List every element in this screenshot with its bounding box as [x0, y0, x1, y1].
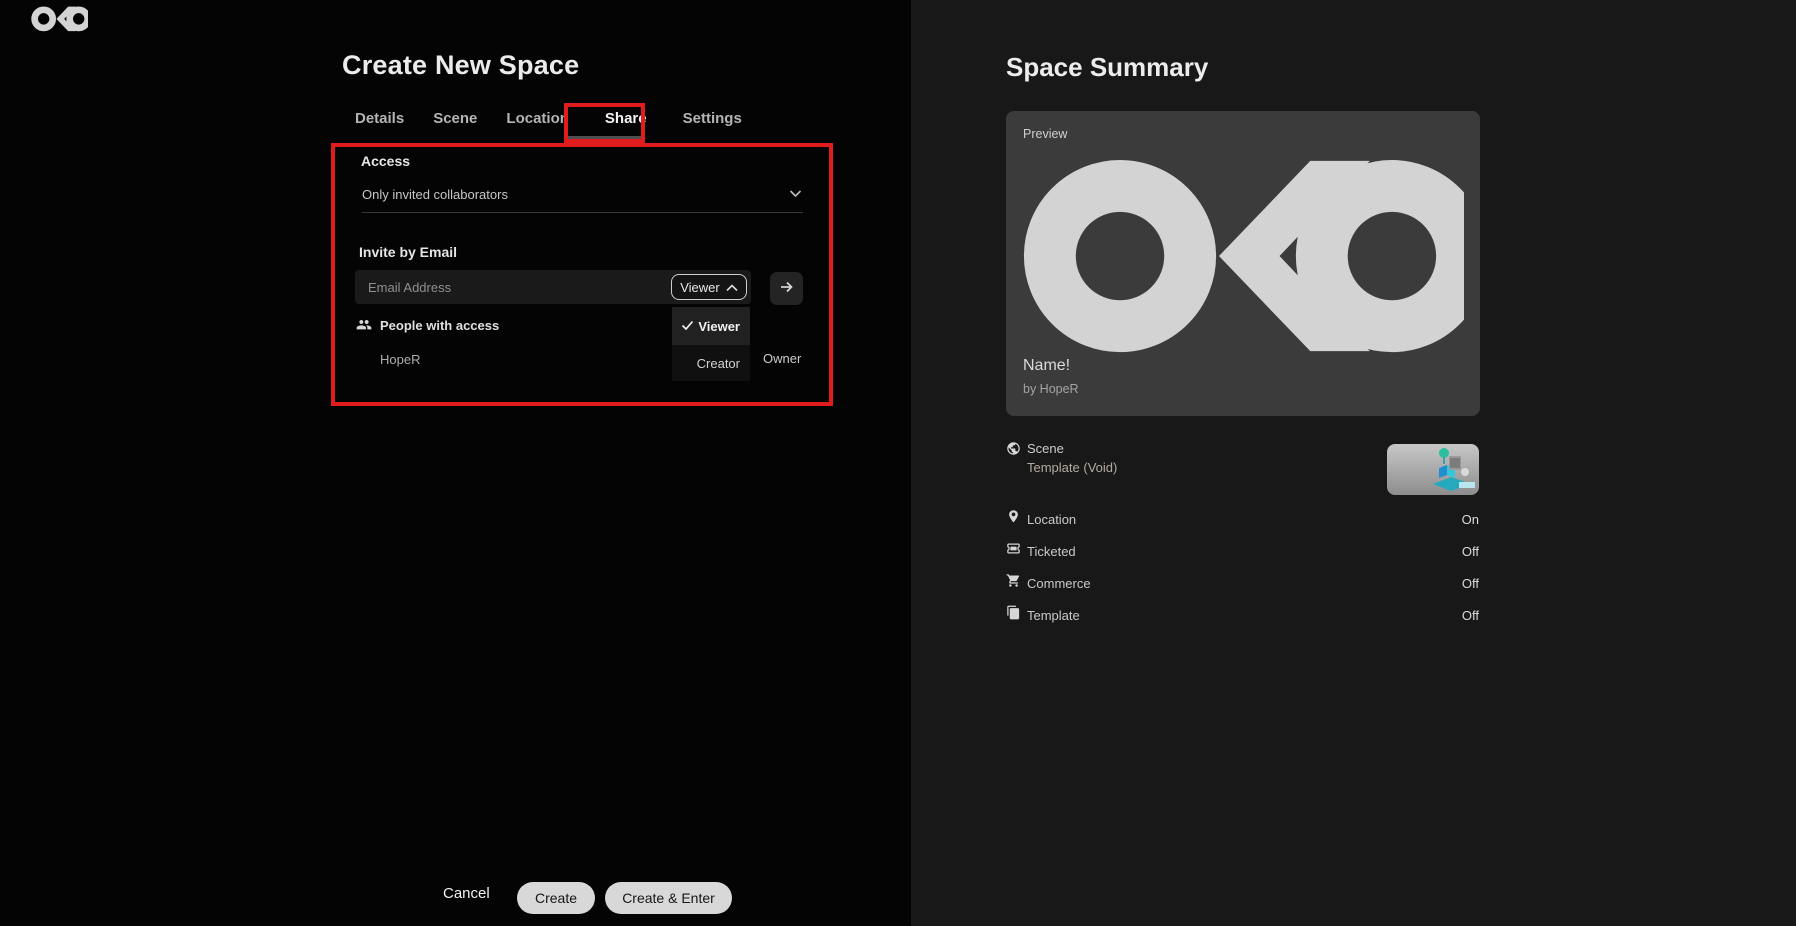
template-value: Off [1462, 608, 1479, 623]
space-byline: by HopeR [1023, 382, 1079, 396]
role-select-button[interactable]: Viewer [671, 274, 747, 300]
summary-title: Space Summary [1006, 52, 1208, 83]
tab-details[interactable]: Details [355, 110, 404, 127]
person-name: HopeR [380, 352, 420, 367]
invite-heading: Invite by Email [359, 244, 457, 260]
oko-logo-preview [1022, 155, 1464, 359]
space-summary-panel: Space Summary Preview Name! by HopeR [911, 0, 1796, 926]
role-option-creator[interactable]: Creator [672, 345, 750, 381]
preview-label: Preview [1023, 127, 1067, 141]
access-dropdown-value: Only invited collaborators [362, 187, 508, 202]
send-invite-button[interactable] [770, 272, 803, 305]
tab-scene[interactable]: Scene [433, 110, 477, 127]
globe-icon [1006, 441, 1021, 461]
access-dropdown[interactable]: Only invited collaborators [362, 183, 802, 205]
chevron-down-icon [789, 185, 802, 203]
scene-value: Template (Void) [1027, 460, 1117, 475]
ticket-icon [1006, 541, 1027, 561]
preview-card: Preview Name! by HopeR [1006, 111, 1480, 416]
arrow-right-icon [778, 279, 795, 298]
scene-thumbnail [1387, 444, 1479, 495]
summary-row-location: Location On [1006, 510, 1479, 528]
chevron-up-icon [726, 280, 738, 295]
create-space-screen: Create New Space Details Scene Location … [0, 0, 1796, 926]
role-select-label: Viewer [680, 280, 720, 295]
tab-settings[interactable]: Settings [683, 110, 742, 127]
location-value: On [1462, 512, 1479, 527]
access-heading: Access [361, 153, 410, 169]
summary-row-template: Template Off [1006, 606, 1479, 624]
ticketed-value: Off [1462, 544, 1479, 559]
pages-icon [1006, 605, 1027, 625]
summary-row-commerce: Commerce Off [1006, 574, 1479, 592]
create-button[interactable]: Create [517, 882, 595, 914]
cart-icon [1006, 573, 1027, 593]
summary-row-ticketed: Ticketed Off [1006, 542, 1479, 560]
oko-logo [31, 6, 88, 32]
people-with-access-heading: People with access [356, 318, 499, 333]
role-option-label: Creator [697, 356, 740, 371]
tab-bar: Details Scene Location Share Settings [355, 110, 742, 127]
tab-share[interactable]: Share [598, 110, 654, 127]
map-pin-icon [1006, 509, 1027, 529]
create-and-enter-button[interactable]: Create & Enter [605, 882, 732, 914]
page-title: Create New Space [342, 50, 579, 81]
role-dropdown-menu: Viewer Creator [672, 307, 750, 381]
check-icon [681, 319, 694, 334]
commerce-value: Off [1462, 576, 1479, 591]
cancel-button[interactable]: Cancel [443, 885, 490, 902]
tab-location[interactable]: Location [506, 110, 569, 127]
scene-label: Scene [1027, 441, 1064, 456]
role-option-label: Viewer [698, 319, 740, 334]
active-tab-indicator [567, 136, 644, 139]
space-name: Name! [1023, 357, 1070, 375]
people-icon [356, 318, 372, 333]
person-role: Owner [763, 351, 801, 366]
role-option-viewer[interactable]: Viewer [672, 307, 750, 345]
section-divider [362, 212, 803, 213]
